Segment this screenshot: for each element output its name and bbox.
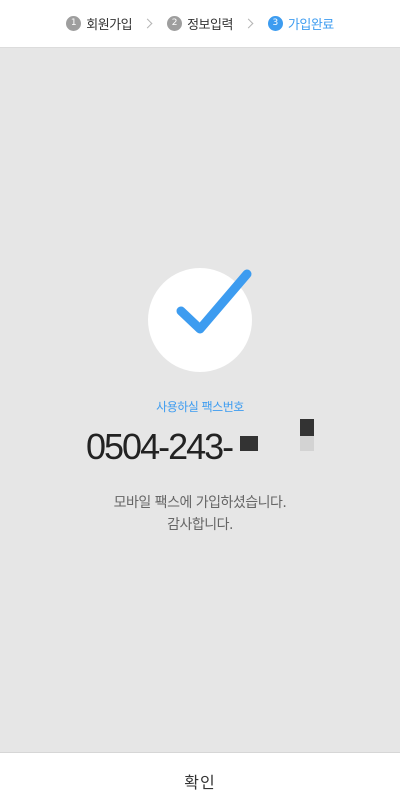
confirm-button[interactable]: 확인 bbox=[0, 752, 400, 808]
signup-progress-header: 1 회원가입 2 정보입력 3 가입완료 bbox=[0, 0, 400, 48]
step-label: 정보입력 bbox=[187, 18, 233, 33]
step-info-input: 2 정보입력 bbox=[167, 14, 233, 33]
masked-digit-block bbox=[300, 419, 314, 436]
step-number: 1 bbox=[66, 16, 82, 31]
chevron-right-icon bbox=[142, 18, 153, 29]
message-line: 모바일 팩스에 가입하셨습니다. bbox=[113, 495, 287, 511]
masked-digit-block bbox=[240, 436, 258, 451]
step-label: 가입완료 bbox=[287, 18, 334, 33]
fax-number-caption: 사용하실 팩스번호 bbox=[156, 400, 244, 414]
step-number: 2 bbox=[167, 16, 183, 31]
chevron-right-icon bbox=[243, 18, 254, 29]
fax-number: 0504-243- bbox=[86, 426, 234, 467]
step-number: 3 bbox=[267, 16, 283, 31]
message-line: 감사합니다. bbox=[167, 517, 233, 533]
step-label: 회원가입 bbox=[86, 18, 133, 33]
success-circle bbox=[148, 268, 252, 372]
completion-message: 모바일 팩스에 가입하셨습니다. 감사합니다. bbox=[0, 492, 400, 536]
step-signup: 1 회원가입 bbox=[66, 14, 133, 33]
step-complete: 3 가입완료 bbox=[267, 14, 334, 33]
masked-digit-block bbox=[300, 436, 314, 451]
